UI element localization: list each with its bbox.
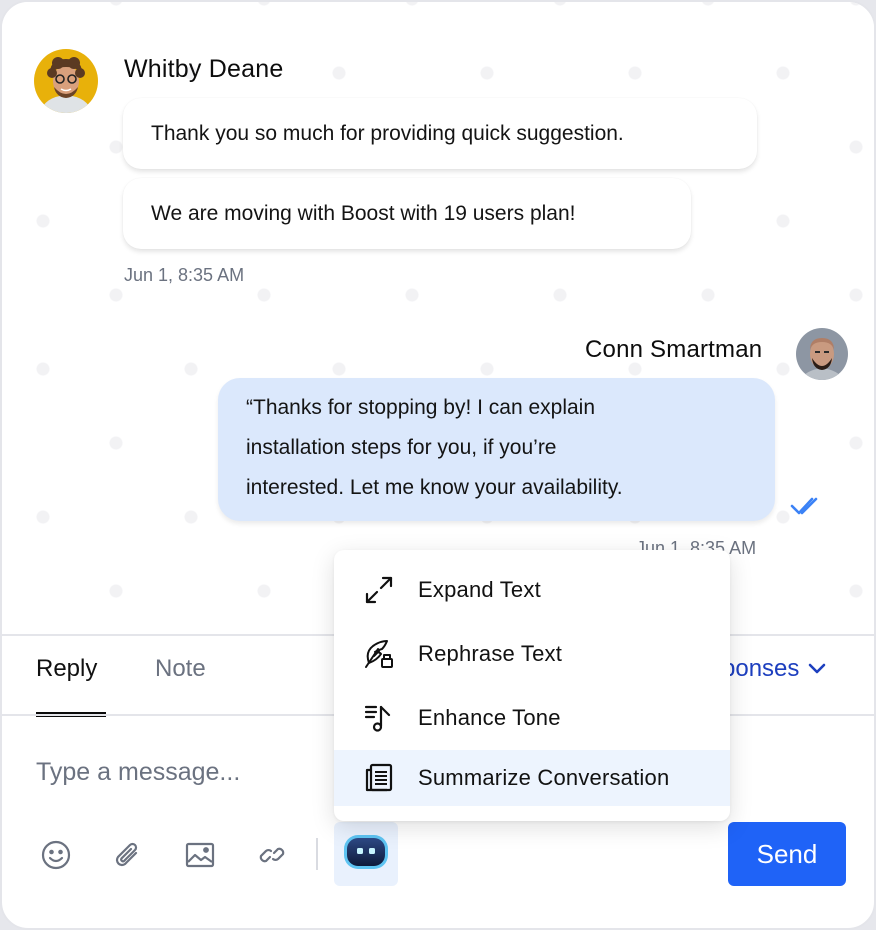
menu-item-label: Enhance Tone bbox=[418, 705, 561, 730]
sender-name: Conn Smartman bbox=[585, 336, 763, 363]
message-bubble: Thank you so much for providing quick su… bbox=[123, 98, 757, 169]
message-timestamp: Jun 1, 8:35 AM bbox=[124, 265, 245, 285]
send-button[interactable]: Send bbox=[728, 822, 846, 886]
conversation-area: Whitby Deane Thank you so much for provi… bbox=[2, 2, 874, 634]
chevron-down-icon bbox=[807, 655, 827, 683]
canned-responses-dropdown[interactable]: ponses bbox=[722, 655, 827, 683]
ai-actions-menu: Expand Text Rephrase Text Enhance Tone S… bbox=[334, 550, 730, 821]
menu-item-label: Expand Text bbox=[418, 577, 541, 602]
emoji-icon[interactable] bbox=[39, 838, 73, 872]
message-text: We are moving with Boost with 19 users p… bbox=[151, 201, 576, 225]
menu-item-summarize-conversation[interactable]: Summarize Conversation bbox=[334, 750, 730, 806]
quill-ink-icon bbox=[363, 638, 395, 670]
message-text: Thank you so much for providing quick su… bbox=[151, 121, 624, 145]
document-summary-icon bbox=[363, 762, 395, 794]
menu-item-enhance-tone[interactable]: Enhance Tone bbox=[334, 690, 730, 746]
message-line: installation steps for you, if you’re bbox=[246, 436, 557, 459]
double-check-icon bbox=[790, 496, 822, 521]
canned-responses-label: ponses bbox=[722, 655, 800, 682]
avatar-conn-smartman bbox=[796, 328, 848, 380]
tab-reply[interactable]: Reply bbox=[36, 655, 97, 683]
message-bubble: We are moving with Boost with 19 users p… bbox=[123, 178, 691, 249]
menu-item-expand-text[interactable]: Expand Text bbox=[334, 562, 730, 618]
chat-panel: Whitby Deane Thank you so much for provi… bbox=[0, 0, 876, 930]
image-icon[interactable] bbox=[183, 838, 217, 872]
tab-note[interactable]: Note bbox=[155, 655, 206, 683]
menu-item-rephrase-text[interactable]: Rephrase Text bbox=[334, 626, 730, 682]
avatar-whitby-deane bbox=[34, 49, 98, 113]
text-music-note-icon bbox=[363, 702, 395, 734]
link-icon[interactable] bbox=[255, 838, 289, 872]
ai-assist-button[interactable] bbox=[334, 822, 398, 886]
attachment-icon[interactable] bbox=[111, 838, 145, 872]
expand-icon bbox=[363, 574, 395, 606]
sender-name: Whitby Deane bbox=[124, 55, 284, 83]
outgoing-message-bubble: “Thanks for stopping by! I can explain i… bbox=[218, 378, 775, 521]
menu-item-label: Rephrase Text bbox=[418, 641, 563, 666]
ai-bot-icon bbox=[343, 834, 389, 875]
toolbar-separator bbox=[316, 838, 318, 870]
message-input[interactable] bbox=[36, 750, 316, 794]
message-line: interested. Let me know your availabilit… bbox=[246, 476, 623, 499]
menu-item-label: Summarize Conversation bbox=[418, 765, 670, 790]
message-line: “Thanks for stopping by! I can explain bbox=[246, 396, 596, 419]
